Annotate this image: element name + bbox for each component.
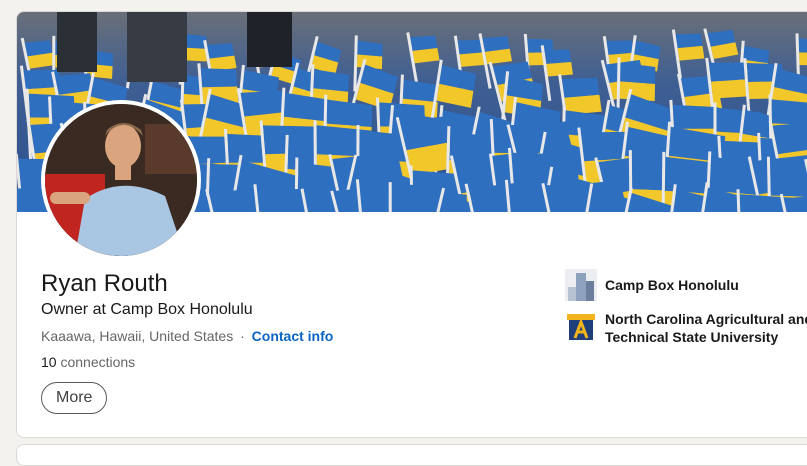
company-logo-icon: [565, 269, 597, 301]
profile-headline: Owner at Camp Box Honolulu: [41, 301, 253, 318]
avatar-image: [45, 104, 197, 256]
more-button[interactable]: More: [41, 382, 108, 414]
affiliation-school-name: North Carolina Agricultural and Technica…: [605, 311, 807, 345]
profile-card: Ryan Routh Owner at Camp Box Honolulu Ka…: [16, 11, 807, 438]
next-section-card: [16, 444, 807, 466]
affiliation-company-name: Camp Box Honolulu: [605, 277, 739, 293]
connections-number: 10: [41, 354, 57, 370]
connections-count[interactable]: 10 connections: [41, 354, 135, 370]
affiliation-company[interactable]: Camp Box Honolulu: [565, 269, 807, 301]
contact-info-link[interactable]: Contact info: [252, 328, 334, 344]
profile-location: Kaaawa, Hawaii, United States: [41, 328, 234, 344]
location-row: Kaaawa, Hawaii, United States · Contact …: [41, 328, 333, 344]
connections-label: connections: [60, 354, 136, 370]
affiliation-school[interactable]: North Carolina Agricultural and Technica…: [565, 310, 807, 346]
profile-name: Ryan Routh: [41, 270, 168, 297]
university-logo-icon: [565, 310, 597, 342]
profile-photo[interactable]: [41, 100, 201, 260]
location-separator: ·: [240, 328, 245, 344]
